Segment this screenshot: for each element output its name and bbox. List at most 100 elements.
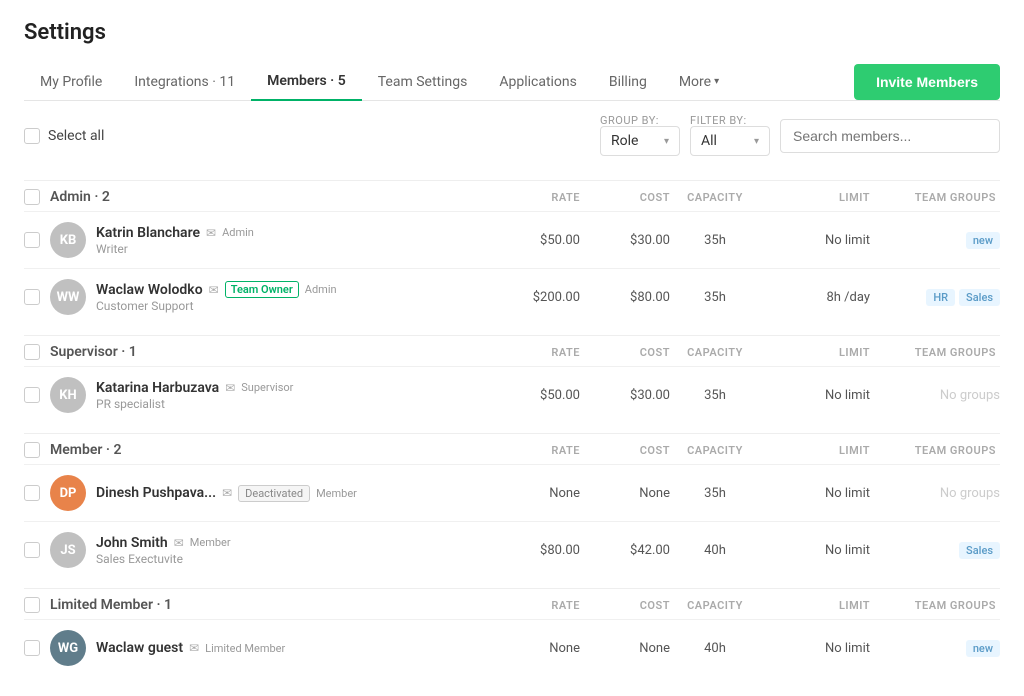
col-header-cost: COST bbox=[580, 444, 670, 457]
cell-groups: Sales bbox=[870, 542, 1000, 559]
group-tag: new bbox=[966, 640, 1000, 657]
cell-capacity: 35h bbox=[670, 486, 760, 501]
member-sub: Customer Support bbox=[96, 299, 490, 313]
tab-billing[interactable]: Billing bbox=[593, 64, 663, 100]
cell-rate: $80.00 bbox=[490, 543, 580, 558]
cell-limit: No limit bbox=[760, 388, 870, 403]
table-row: DP Dinesh Pushpava... ✉ Deactivated Memb… bbox=[24, 464, 1000, 521]
cell-rate: $200.00 bbox=[490, 290, 580, 305]
cell-groups: new bbox=[870, 232, 1000, 249]
role-badge: Member bbox=[316, 487, 357, 500]
section-checkbox[interactable] bbox=[24, 344, 40, 360]
role-badge: Supervisor bbox=[241, 381, 293, 394]
col-header-groups: TEAM GROUPS bbox=[870, 191, 1000, 204]
cell-capacity: 40h bbox=[670, 641, 760, 656]
member-checkbox[interactable] bbox=[24, 542, 40, 558]
section-header: Admin · 2 RATE COST CAPACITY LIMIT TEAM … bbox=[24, 180, 1000, 211]
member-name-row: John Smith ✉ Member bbox=[96, 535, 490, 551]
member-info: John Smith ✉ Member Sales Exectuvite bbox=[96, 535, 490, 566]
select-all-label: Select all bbox=[48, 128, 104, 144]
col-header-rate: RATE bbox=[490, 191, 580, 204]
cell-cost: None bbox=[580, 486, 670, 501]
cell-groups: No groups bbox=[870, 388, 1000, 403]
cell-rate: None bbox=[490, 641, 580, 656]
col-header-limit: LIMIT bbox=[760, 599, 870, 612]
col-header-limit: LIMIT bbox=[760, 191, 870, 204]
avatar: DP bbox=[50, 475, 86, 511]
col-header-rate: RATE bbox=[490, 444, 580, 457]
member-name: Katrin Blanchare bbox=[96, 225, 200, 241]
section-header: Limited Member · 1 RATE COST CAPACITY LI… bbox=[24, 588, 1000, 619]
cell-groups: No groups bbox=[870, 486, 1000, 501]
filter-by-filter[interactable]: FILTER BY: All ▾ bbox=[690, 115, 770, 156]
col-header-groups: TEAM GROUPS bbox=[870, 444, 1000, 457]
member-name: Katarina Harbuzava bbox=[96, 380, 219, 396]
section-supervisor: Supervisor · 1 RATE COST CAPACITY LIMIT … bbox=[24, 335, 1000, 423]
member-checkbox[interactable] bbox=[24, 387, 40, 403]
filter-by-value: All bbox=[701, 133, 750, 149]
cell-groups: new bbox=[870, 640, 1000, 657]
cell-cost: $30.00 bbox=[580, 388, 670, 403]
email-icon[interactable]: ✉ bbox=[174, 536, 184, 550]
section-checkbox[interactable] bbox=[24, 189, 40, 205]
member-checkbox[interactable] bbox=[24, 640, 40, 656]
avatar: KB bbox=[50, 222, 86, 258]
cell-groups: HRSales bbox=[870, 289, 1000, 306]
member-sub: PR specialist bbox=[96, 397, 490, 411]
tab-more[interactable]: More ▾ bbox=[663, 64, 735, 100]
col-header-limit: LIMIT bbox=[760, 346, 870, 359]
no-groups: No groups bbox=[940, 486, 1000, 501]
tab-my-profile[interactable]: My Profile bbox=[24, 64, 118, 100]
page-title: Settings bbox=[24, 20, 1000, 45]
member-name-row: Waclaw guest ✉ Limited Member bbox=[96, 640, 490, 656]
cell-cost: $30.00 bbox=[580, 233, 670, 248]
tab-applications[interactable]: Applications bbox=[483, 64, 593, 100]
select-all-checkbox[interactable] bbox=[24, 128, 40, 144]
cell-limit: No limit bbox=[760, 233, 870, 248]
cell-capacity: 35h bbox=[670, 388, 760, 403]
filter-by-label: FILTER BY: bbox=[690, 115, 770, 126]
section-admin: Admin · 2 RATE COST CAPACITY LIMIT TEAM … bbox=[24, 180, 1000, 325]
search-input[interactable] bbox=[780, 119, 1000, 153]
role-badge: Admin bbox=[222, 226, 254, 239]
email-icon[interactable]: ✉ bbox=[206, 226, 216, 240]
tab-integrations[interactable]: Integrations · 11 bbox=[118, 64, 251, 100]
email-icon[interactable]: ✉ bbox=[209, 283, 219, 297]
member-name: Waclaw Wolodko bbox=[96, 282, 203, 298]
member-checkbox[interactable] bbox=[24, 289, 40, 305]
section-header: Supervisor · 1 RATE COST CAPACITY LIMIT … bbox=[24, 335, 1000, 366]
email-icon[interactable]: ✉ bbox=[225, 381, 235, 395]
member-checkbox[interactable] bbox=[24, 232, 40, 248]
group-tag: Sales bbox=[959, 289, 1000, 306]
tab-team-settings[interactable]: Team Settings bbox=[362, 64, 484, 100]
col-header-cost: COST bbox=[580, 191, 670, 204]
member-name-row: Waclaw Wolodko ✉ Team Owner Admin bbox=[96, 281, 490, 298]
toolbar: Select all GROUP BY: Role ▾ FILTER BY: A… bbox=[24, 101, 1000, 170]
tab-members[interactable]: Members · 5 bbox=[251, 63, 362, 101]
member-info: Katarina Harbuzava ✉ Supervisor PR speci… bbox=[96, 380, 490, 411]
section-title: Member · 2 bbox=[50, 442, 121, 458]
member-name: Dinesh Pushpava... bbox=[96, 485, 216, 501]
cell-limit: No limit bbox=[760, 543, 870, 558]
member-sub: Sales Exectuvite bbox=[96, 552, 490, 566]
group-by-filter[interactable]: GROUP BY: Role ▾ bbox=[600, 115, 680, 156]
section-title: Supervisor · 1 bbox=[50, 344, 137, 360]
role-badge: Limited Member bbox=[205, 642, 285, 655]
section-checkbox[interactable] bbox=[24, 442, 40, 458]
chevron-down-icon: ▾ bbox=[754, 136, 759, 147]
table-row: WG Waclaw guest ✉ Limited Member None No… bbox=[24, 619, 1000, 676]
section-header: Member · 2 RATE COST CAPACITY LIMIT TEAM… bbox=[24, 433, 1000, 464]
select-all-wrap[interactable]: Select all bbox=[24, 128, 104, 144]
cell-limit: No limit bbox=[760, 641, 870, 656]
invite-members-button[interactable]: Invite Members bbox=[854, 64, 1000, 100]
group-tag: Sales bbox=[959, 542, 1000, 559]
section-checkbox[interactable] bbox=[24, 597, 40, 613]
member-info: Katrin Blanchare ✉ Admin Writer bbox=[96, 225, 490, 256]
email-icon[interactable]: ✉ bbox=[222, 486, 232, 500]
member-checkbox[interactable] bbox=[24, 485, 40, 501]
section-title: Admin · 2 bbox=[50, 189, 110, 205]
col-header-cost: COST bbox=[580, 346, 670, 359]
cell-cost: None bbox=[580, 641, 670, 656]
email-icon[interactable]: ✉ bbox=[189, 641, 199, 655]
member-name: John Smith bbox=[96, 535, 168, 551]
